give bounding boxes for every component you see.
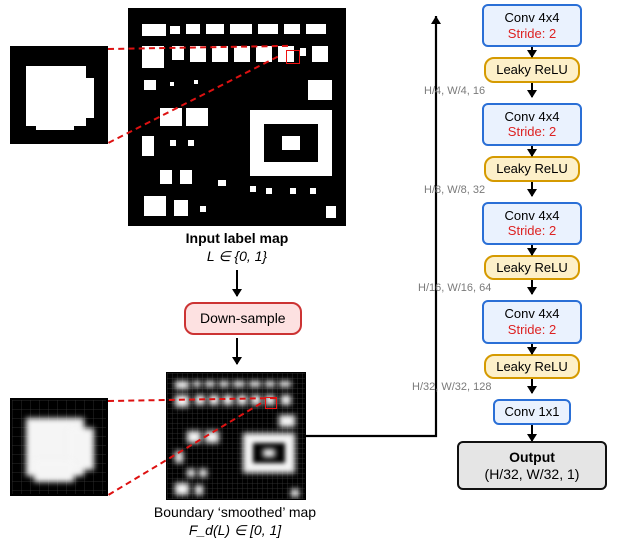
conv-label: Conv 4x4	[505, 306, 560, 321]
arrow-down-icon	[531, 245, 533, 255]
conv-block-3: Conv 4x4 Stride: 2	[482, 300, 582, 343]
arrow-down-icon	[531, 425, 533, 441]
smoothed-caption-math: F_d(L) ∈ [0, 1]	[189, 522, 281, 538]
arrow-down-icon	[531, 280, 533, 294]
arrow-down-icon	[531, 182, 533, 196]
conv-label: Conv 4x4	[505, 109, 560, 124]
conv-block-2: Conv 4x4 Stride: 2	[482, 202, 582, 245]
arrow-down-icon	[531, 47, 533, 57]
stride-label: Stride: 2	[508, 26, 556, 41]
output-box: Output (H/32, W/32, 1)	[457, 441, 607, 491]
network-column: Conv 4x4 Stride: 2 Leaky ReLU H/4, W/4, …	[452, 4, 612, 490]
arrow-down-icon	[236, 338, 238, 364]
conv-label: Conv 4x4	[505, 10, 560, 25]
conv-label: Conv 4x4	[505, 208, 560, 223]
arrow-down-icon	[531, 83, 533, 97]
leaky-relu-1: Leaky ReLU	[484, 156, 580, 182]
output-dim: (H/32, W/32, 1)	[485, 466, 580, 482]
conv-1x1: Conv 1x1	[493, 399, 572, 425]
stride-label: Stride: 2	[508, 223, 556, 238]
dim-label-3: H/32, W/32, 128	[412, 381, 492, 393]
input-caption-math: L ∈ {0, 1}	[207, 248, 267, 264]
input-caption-title: Input label map	[186, 230, 289, 246]
output-title: Output	[509, 449, 555, 465]
dim-label-1: H/8, W/8, 32	[424, 184, 485, 196]
leaky-relu-3: Leaky ReLU	[484, 354, 580, 380]
stride-label: Stride: 2	[508, 124, 556, 139]
elbow-arrow-icon	[306, 6, 466, 446]
smoothed-zoom-inset	[10, 398, 108, 496]
arrow-down-icon	[531, 379, 533, 393]
smoothed-caption-title: Boundary ‘smoothed’ map	[154, 504, 316, 520]
dim-label-0: H/4, W/4, 16	[424, 85, 485, 97]
zoom-region-input	[286, 50, 300, 64]
dim-label-2: H/16, W/16, 64	[418, 282, 491, 294]
downsample-box: Down-sample	[184, 302, 302, 335]
arrow-down-icon	[531, 344, 533, 354]
smoothed-map	[166, 372, 306, 500]
leaky-relu-2: Leaky ReLU	[484, 255, 580, 281]
stride-label: Stride: 2	[508, 322, 556, 337]
conv-block-0: Conv 4x4 Stride: 2	[482, 4, 582, 47]
arrow-down-icon	[236, 270, 238, 296]
input-zoom-inset	[10, 46, 108, 144]
arrow-down-icon	[531, 146, 533, 156]
conv-block-1: Conv 4x4 Stride: 2	[482, 103, 582, 146]
leaky-relu-0: Leaky ReLU	[484, 57, 580, 83]
smoothed-caption: Boundary ‘smoothed’ map F_d(L) ∈ [0, 1]	[120, 504, 350, 539]
